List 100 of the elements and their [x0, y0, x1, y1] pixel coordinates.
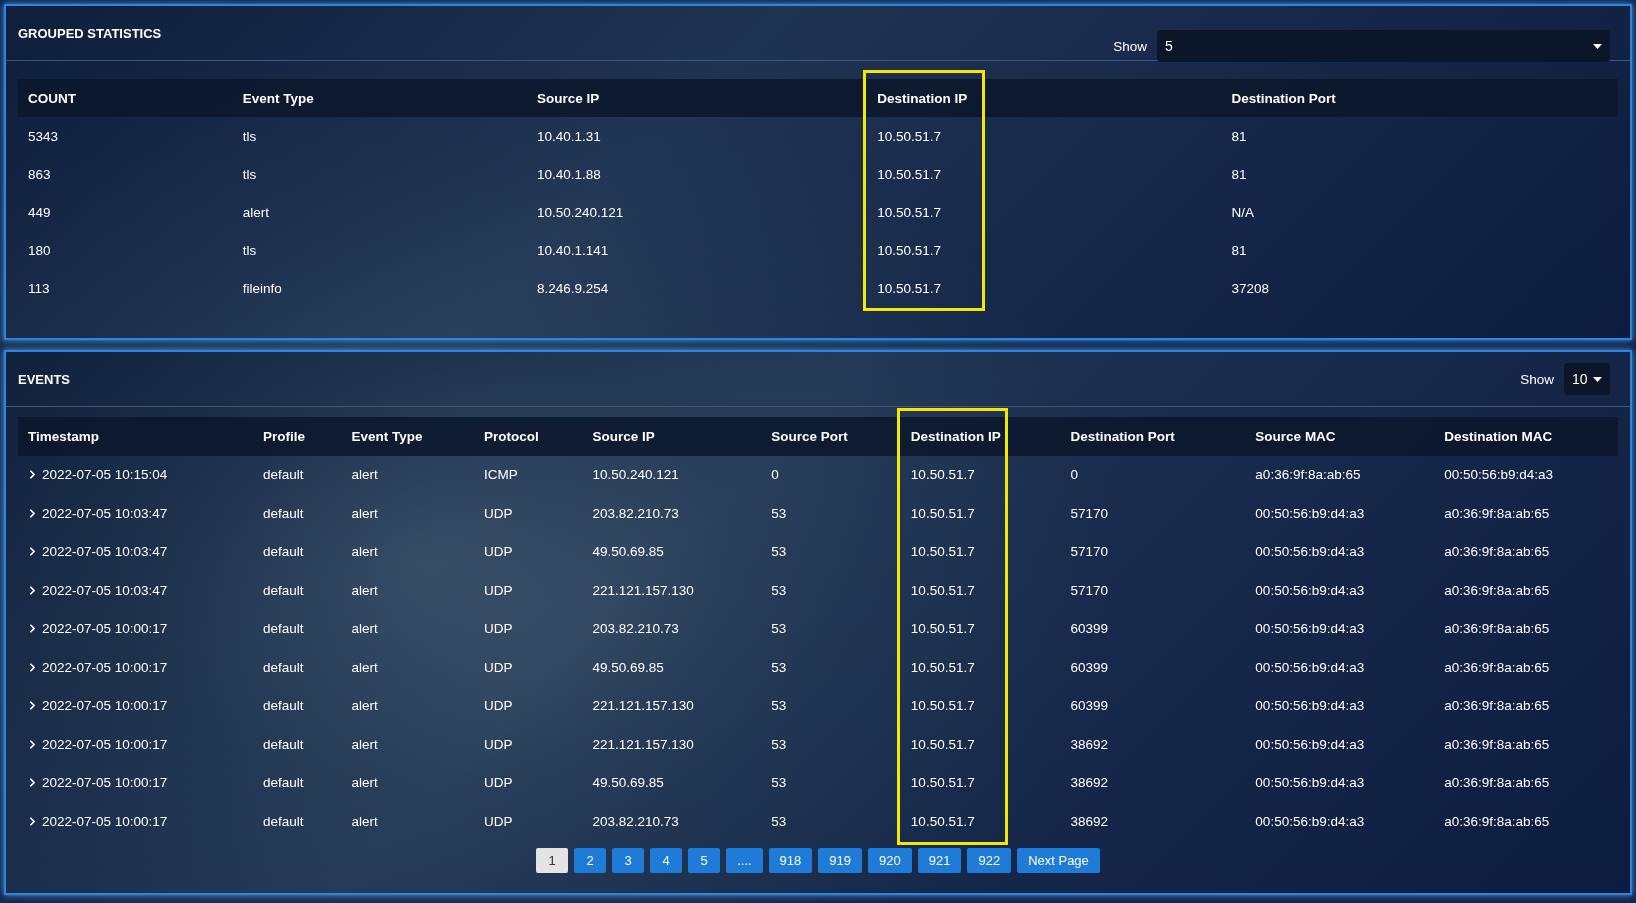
page-button[interactable]: 5 — [688, 847, 721, 873]
table-cell-text: ICMP — [483, 466, 519, 485]
timestamp-text: 2022-07-05 10:00:17 — [42, 813, 168, 829]
table-cell-text: 53 — [770, 620, 788, 639]
table-cell-text: 00:50:56:b9:d4:a3 — [1254, 658, 1366, 677]
page-button[interactable]: 2 — [574, 847, 607, 873]
table-cell-text: default — [262, 504, 305, 523]
table-cell-text: 10.40.1.31 — [535, 127, 602, 146]
table-cell-text: default — [262, 812, 305, 831]
table-cell-text: a0:36:9f:8a:ab:65 — [1443, 774, 1551, 793]
column-header: Protocol — [474, 417, 583, 456]
table-cell-text: 57170 — [1069, 581, 1110, 600]
table-cell-text: 10.50.51.7 — [876, 279, 942, 298]
timestamp-text: 2022-07-05 10:00:17 — [42, 621, 168, 637]
page-size-select[interactable]: 5 — [1157, 30, 1610, 62]
table-cell-text: 49.50.69.85 — [591, 774, 665, 793]
table-cell-text: a0:36:9f:8a:ab:65 — [1443, 581, 1551, 600]
table-cell-text: 10.50.51.7 — [909, 658, 976, 677]
timestamp-text: 2022-07-05 10:00:17 — [42, 659, 168, 675]
page-button[interactable]: 4 — [650, 847, 683, 873]
table-cell-text: default — [262, 774, 305, 793]
column-header: Source IP — [526, 79, 868, 117]
dropdown-caret-icon — [1593, 43, 1602, 49]
table-cell-text: 38692 — [1069, 812, 1110, 831]
page-button[interactable]: .... — [726, 847, 763, 873]
table-cell-text: tls — [241, 127, 258, 146]
column-header: Destination IP — [867, 79, 1222, 117]
table-cell-text: default — [262, 581, 305, 600]
table-cell-text: UDP — [483, 774, 514, 793]
table-cell-text: alert — [241, 203, 271, 222]
table-cell-text: 00:50:56:b9:d4:a3 — [1254, 735, 1366, 754]
table-cell-text: 10.40.1.141 — [535, 241, 610, 260]
table-cell-text: 10.50.51.7 — [876, 203, 942, 222]
table-cell-text: 10.50.51.7 — [909, 620, 976, 639]
table-cell-text: a0:36:9f:8a:ab:65 — [1443, 735, 1551, 754]
table-cell-text: 53 — [770, 504, 788, 523]
table-cell-text: 00:50:56:b9:d4:a3 — [1254, 620, 1366, 639]
page-button[interactable]: 919 — [818, 847, 862, 873]
table-cell-text: tls — [241, 241, 258, 260]
page-button[interactable]: 918 — [768, 847, 813, 873]
table-cell-text: 221.121.157.130 — [591, 735, 695, 754]
table-cell-text: default — [262, 658, 305, 677]
table-cell-text: 221.121.157.130 — [591, 581, 695, 600]
table-cell-text: 8.246.9.254 — [535, 279, 610, 298]
table-cell-text: default — [262, 620, 305, 639]
table-cell-text: default — [262, 735, 305, 754]
table-cell-text: 60399 — [1069, 658, 1110, 677]
column-header: Destination Port — [1060, 417, 1246, 456]
page-button[interactable]: 922 — [967, 847, 1012, 873]
table-cell-text: 10.50.51.7 — [909, 697, 976, 716]
column-header: Event Type — [341, 417, 474, 456]
table-cell-text: alert — [350, 697, 379, 716]
page-size-select[interactable]: 10 — [1564, 363, 1610, 395]
table-cell-text: 38692 — [1069, 774, 1110, 793]
table-cell-text: 203.82.210.73 — [591, 504, 680, 523]
column-header: COUNT — [18, 79, 233, 117]
table-cell-text: 81 — [1230, 241, 1248, 260]
table-cell-text: UDP — [483, 658, 514, 677]
timestamp-text: 2022-07-05 10:00:17 — [42, 698, 168, 714]
table-cell-text: 00:50:56:b9:d4:a3 — [1443, 466, 1555, 485]
table-cell-text: UDP — [483, 581, 514, 600]
table-cell-text: 53 — [770, 812, 788, 831]
table-cell-text: 00:50:56:b9:d4:a3 — [1254, 697, 1366, 716]
table-cell-text: 10.50.51.7 — [909, 812, 976, 831]
table-cell-text: 10.50.51.7 — [909, 466, 976, 485]
table-cell-text: 53 — [770, 774, 788, 793]
table-cell-text: UDP — [483, 620, 514, 639]
table-cell-text: a0:36:9f:8a:ab:65 — [1443, 697, 1551, 716]
table-cell-text: UDP — [483, 735, 514, 754]
table-cell-text: 10.50.51.7 — [876, 127, 942, 146]
table-cell-text: 00:50:56:b9:d4:a3 — [1254, 543, 1366, 562]
table-cell-text: 10.50.51.7 — [876, 241, 942, 260]
timestamp-text: 2022-07-05 10:15:04 — [42, 467, 168, 483]
table-cell-text: 10.50.240.121 — [591, 466, 680, 485]
table-cell-text: 53 — [770, 697, 788, 716]
page-button[interactable]: 920 — [868, 847, 912, 873]
show-label: Show — [1113, 38, 1147, 54]
table-cell-text: UDP — [483, 543, 514, 562]
table-cell-text: fileinfo — [241, 279, 283, 298]
table-cell-text: 38692 — [1069, 735, 1110, 754]
table-cell-text: 57170 — [1069, 504, 1110, 523]
table-cell-text: 10.50.51.7 — [909, 735, 976, 754]
table-cell-text: 10.50.240.121 — [535, 203, 625, 222]
table-cell-text: UDP — [483, 504, 514, 523]
table-cell-text: 221.121.157.130 — [591, 697, 695, 716]
column-header: Timestamp — [18, 417, 253, 456]
table-cell-text: 81 — [1230, 165, 1248, 184]
table-cell-text: 10.50.51.7 — [909, 543, 976, 562]
page-button[interactable]: 1 — [536, 847, 569, 873]
column-header: Event Type — [232, 79, 527, 117]
table-cell-text: 0 — [770, 466, 780, 485]
table-cell-text: 180 — [27, 241, 52, 260]
column-header: Destination Port — [1221, 79, 1618, 117]
table-cell-text: 49.50.69.85 — [591, 543, 665, 562]
page-button[interactable]: 921 — [917, 847, 962, 873]
panel-title: GROUPED STATISTICS — [18, 25, 162, 41]
column-header: Source Port — [761, 417, 901, 456]
page-button[interactable]: Next Page — [1017, 847, 1100, 873]
page-button[interactable]: 3 — [612, 847, 645, 873]
column-header: Profile — [253, 417, 342, 456]
